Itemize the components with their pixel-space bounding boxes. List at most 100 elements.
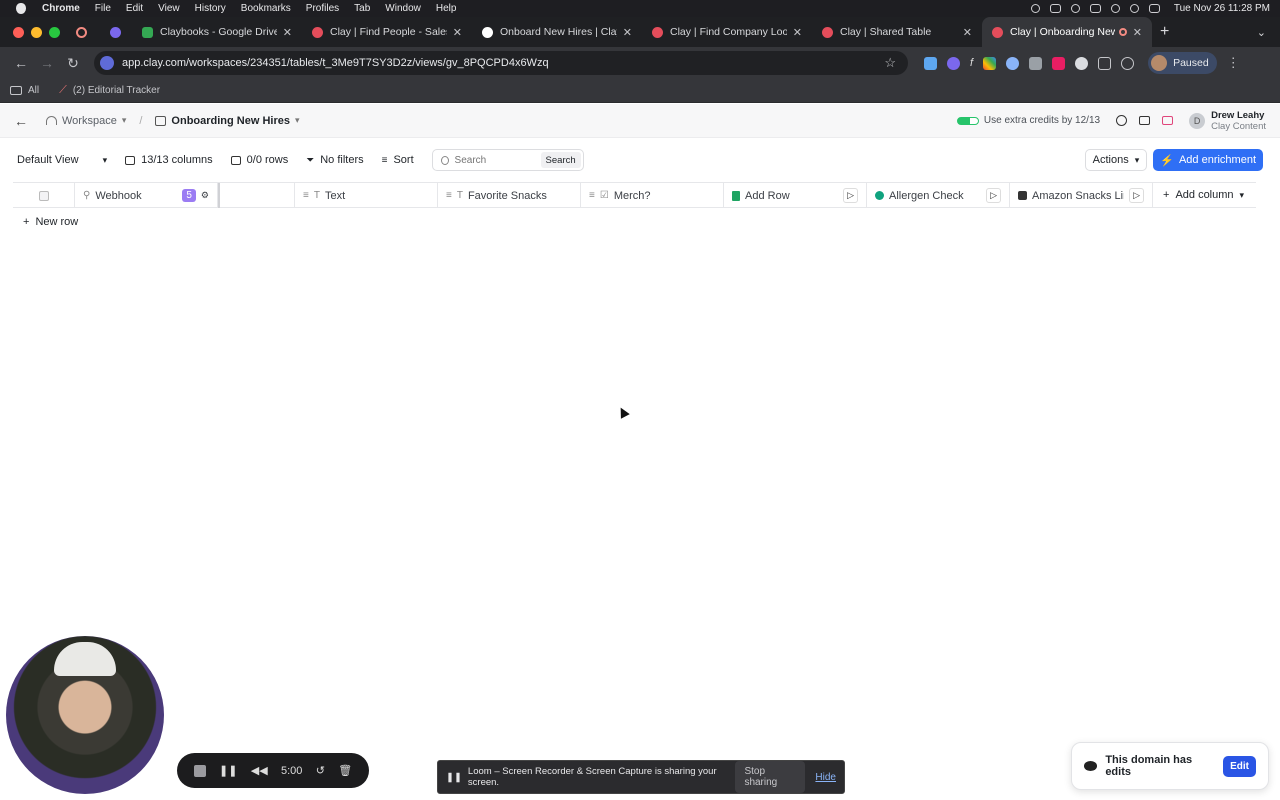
credits-notice[interactable]: Use extra credits by 12/13 <box>956 115 1100 126</box>
address-bar[interactable]: app.clay.com/workspaces/234351/tables/t_… <box>94 51 908 75</box>
extension-icon[interactable] <box>924 56 937 70</box>
menu-window[interactable]: Window <box>385 3 421 14</box>
actions-button[interactable]: Actions ▾ <box>1084 149 1148 171</box>
search-input[interactable] <box>454 154 535 166</box>
search-field[interactable]: Search <box>431 149 584 171</box>
forward-icon[interactable]: → <box>34 55 60 71</box>
menu-app[interactable]: Chrome <box>42 3 80 14</box>
menu-tab[interactable]: Tab <box>354 3 370 14</box>
formula-icon[interactable]: f <box>970 57 973 70</box>
menu-bookmarks[interactable]: Bookmarks <box>241 3 291 14</box>
zoom-window-button[interactable] <box>49 26 60 38</box>
reload-icon[interactable]: ↻ <box>60 55 86 72</box>
column-header-add-row[interactable]: Add Row ▷ <box>724 183 867 208</box>
bookmark-editorial-tracker[interactable]: (2) Editorial Tracker <box>73 85 160 96</box>
chevron-down-icon[interactable]: ▾ <box>295 115 300 126</box>
camera-icon[interactable] <box>1029 56 1043 70</box>
tab-onboarding-active[interactable]: Clay | Onboarding New Hi ✕ <box>982 17 1152 47</box>
menu-file[interactable]: File <box>95 3 111 14</box>
profile-button[interactable]: Paused <box>1148 52 1217 74</box>
spotlight-icon[interactable] <box>1129 4 1139 13</box>
back-arrow-icon[interactable]: ← <box>14 113 28 129</box>
extension-icon[interactable] <box>1052 56 1066 70</box>
menubar-clock[interactable]: Tue Nov 26 11:28 PM <box>1174 3 1270 14</box>
site-info-icon[interactable] <box>100 56 114 70</box>
column-header-favorite-snacks[interactable]: ≡ T Favorite Snacks <box>438 183 581 208</box>
breadcrumb-workspace[interactable]: Workspace <box>62 115 117 127</box>
filters-button[interactable]: ⏷ No filters <box>306 154 363 166</box>
pause-button[interactable]: ❚❚ <box>219 764 237 777</box>
tab-shared-table[interactable]: Clay | Shared Table ✕ <box>812 17 982 47</box>
bookmark-all[interactable]: All <box>28 85 39 96</box>
menu-view[interactable]: View <box>158 3 180 14</box>
column-header-allergen-check[interactable]: Allergen Check ▷ <box>867 183 1010 208</box>
puzzle-icon[interactable] <box>1098 56 1112 70</box>
sync-icon[interactable] <box>1121 56 1135 70</box>
menu-help[interactable]: Help <box>436 3 457 14</box>
select-all-checkbox[interactable] <box>38 190 49 201</box>
extension-icon[interactable] <box>1006 56 1020 70</box>
tab-find-company[interactable]: Clay | Find Company Lookalik ✕ <box>642 17 812 47</box>
select-all-cell[interactable] <box>13 183 75 208</box>
add-enrichment-button[interactable]: ⚡ Add enrichment <box>1153 149 1263 171</box>
columns-button[interactable]: 13/13 columns <box>125 154 213 166</box>
extension-icon[interactable] <box>1075 56 1089 70</box>
edit-button[interactable]: Edit <box>1223 755 1256 777</box>
close-tab-icon[interactable]: ✕ <box>1133 26 1142 39</box>
sort-button[interactable]: ≡ Sort <box>382 154 414 166</box>
column-header-amazon-snacks-link[interactable]: Amazon Snacks Link ▷ <box>1010 183 1153 208</box>
run-column-icon[interactable]: ▷ <box>986 188 1001 203</box>
help-icon[interactable] <box>1116 115 1128 126</box>
close-tab-icon[interactable]: ✕ <box>283 26 292 39</box>
url-text[interactable]: app.clay.com/workspaces/234351/tables/t_… <box>122 57 884 69</box>
pinned-tab-1[interactable] <box>64 17 98 47</box>
screen-icon[interactable] <box>1049 4 1061 13</box>
wifi-icon[interactable] <box>1110 4 1120 13</box>
mic-icon[interactable] <box>1030 4 1040 13</box>
search-button[interactable]: Search <box>540 152 581 168</box>
control-center-icon[interactable] <box>1148 4 1160 13</box>
menu-profiles[interactable]: Profiles <box>306 3 339 14</box>
control-icon[interactable] <box>1070 4 1080 13</box>
battery-icon[interactable] <box>1089 4 1101 13</box>
gift-icon[interactable] <box>1162 116 1174 125</box>
menu-history[interactable]: History <box>195 3 226 14</box>
run-column-icon[interactable]: ▷ <box>1129 188 1144 203</box>
more-menu-icon[interactable]: ⋮ <box>1227 55 1240 71</box>
chevron-down-icon[interactable]: ▾ <box>122 115 127 126</box>
menu-edit[interactable]: Edit <box>126 3 143 14</box>
extension-icon[interactable] <box>983 56 997 70</box>
new-tab-button[interactable]: + <box>1160 23 1169 41</box>
extension-icon[interactable] <box>947 56 960 70</box>
close-tab-icon[interactable]: ✕ <box>793 26 802 39</box>
new-row-button[interactable]: + New row <box>23 216 78 228</box>
view-selector[interactable]: Default View ▾ <box>17 154 107 166</box>
stop-sharing-button[interactable]: Stop sharing <box>735 761 806 793</box>
hide-link[interactable]: Hide <box>815 772 836 783</box>
column-header-text[interactable]: ≡ T Text <box>295 183 438 208</box>
tab-search-icon[interactable]: ⌄ <box>1257 26 1266 39</box>
page-title[interactable]: Onboarding New Hires <box>171 115 290 127</box>
stop-recording-button[interactable] <box>193 764 206 777</box>
pinned-tab-2[interactable] <box>98 17 132 47</box>
add-column-button[interactable]: + Add column ▾ <box>1153 183 1254 207</box>
user-menu[interactable]: D Drew Leahy Clay Content <box>1189 110 1266 132</box>
rows-button[interactable]: 0/0 rows <box>230 154 288 166</box>
column-header-merch[interactable]: ≡ ☑ Merch? <box>581 183 724 208</box>
column-header-blank[interactable] <box>218 183 295 208</box>
inbox-icon[interactable] <box>1139 116 1151 125</box>
run-column-icon[interactable]: ▷ <box>843 188 858 203</box>
restart-button[interactable]: ↺ <box>316 764 325 777</box>
tab-find-people[interactable]: Clay | Find People - Sales Na ✕ <box>302 17 472 47</box>
settings-icon[interactable]: ⚙ <box>201 190 209 201</box>
close-tab-icon[interactable]: ✕ <box>963 26 972 39</box>
webcam-bubble[interactable] <box>6 636 164 794</box>
delete-button[interactable]: 🗑 <box>338 764 352 777</box>
apple-icon[interactable] <box>16 3 26 14</box>
minimize-window-button[interactable] <box>31 26 42 38</box>
close-tab-icon[interactable]: ✕ <box>453 26 462 39</box>
close-tab-icon[interactable]: ✕ <box>623 26 632 39</box>
column-header-webhook[interactable]: ⚲ Webhook 5 ⚙ <box>75 183 218 208</box>
webhook-count-badge[interactable]: 5 <box>182 189 196 202</box>
back-icon[interactable]: ← <box>8 55 34 71</box>
